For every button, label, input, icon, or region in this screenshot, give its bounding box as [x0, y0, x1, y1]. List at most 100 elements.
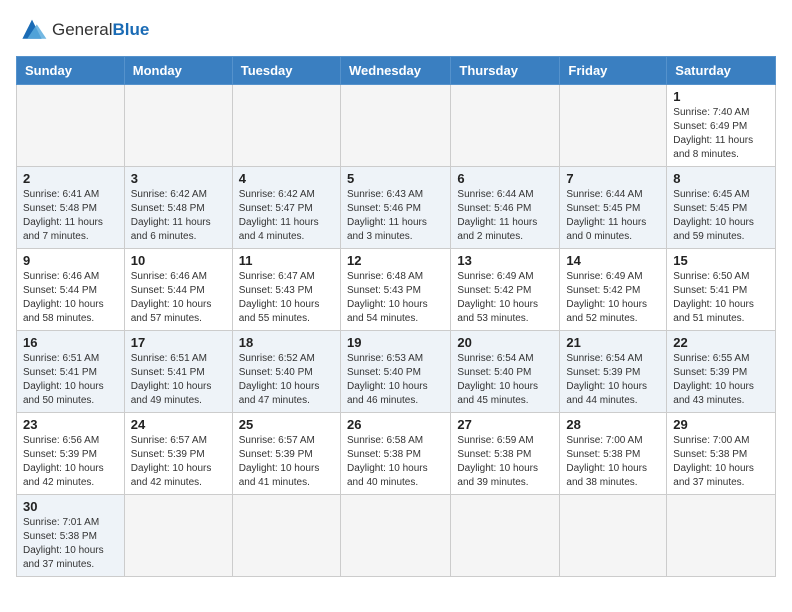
day-info: Sunrise: 6:54 AM Sunset: 5:40 PM Dayligh… — [457, 352, 553, 408]
empty-day-cell — [560, 495, 667, 577]
calendar-day-cell: 30Sunrise: 7:01 AM Sunset: 5:38 PM Dayli… — [17, 495, 125, 577]
day-number: 5 — [347, 171, 444, 186]
empty-day-cell — [124, 85, 232, 167]
calendar-day-cell: 7 Sunrise: 6:44 AM Sunset: 5:45 PM Daylig… — [560, 167, 667, 249]
day-number: 29 — [673, 417, 769, 432]
day-number: 22 — [673, 335, 769, 350]
calendar-day-cell: 4 Sunrise: 6:42 AM Sunset: 5:47 PM Daylig… — [232, 167, 340, 249]
day-info: Sunrise: 6:42 AM Sunset: 5:48 PM Dayligh… — [131, 188, 226, 244]
day-info: Sunrise: 6:47 AM Sunset: 5:43 PM Dayligh… — [239, 270, 334, 326]
day-number: 16 — [23, 335, 118, 350]
calendar-day-cell: 28 Sunrise: 7:00 AM Sunset: 5:38 PM Dayli… — [560, 413, 667, 495]
weekday-header-row: SundayMondayTuesdayWednesdayThursdayFrid… — [17, 57, 776, 85]
day-info: Sunrise: 6:54 AM Sunset: 5:39 PM Dayligh… — [566, 352, 660, 408]
empty-day-cell — [340, 85, 450, 167]
day-number: 2 — [23, 171, 118, 186]
day-number: 26 — [347, 417, 444, 432]
calendar-week-row: 30Sunrise: 7:01 AM Sunset: 5:38 PM Dayli… — [17, 495, 776, 577]
calendar-day-cell: 17 Sunrise: 6:51 AM Sunset: 5:41 PM Dayli… — [124, 331, 232, 413]
day-info: Sunrise: 6:50 AM Sunset: 5:41 PM Dayligh… — [673, 270, 769, 326]
day-info: Sunrise: 6:49 AM Sunset: 5:42 PM Dayligh… — [457, 270, 553, 326]
weekday-header-wednesday: Wednesday — [340, 57, 450, 85]
empty-day-cell — [232, 85, 340, 167]
day-info: Sunrise: 6:45 AM Sunset: 5:45 PM Dayligh… — [673, 188, 769, 244]
day-number: 25 — [239, 417, 334, 432]
calendar-day-cell: 15Sunrise: 6:50 AM Sunset: 5:41 PM Dayli… — [667, 249, 776, 331]
calendar-day-cell: 16 Sunrise: 6:51 AM Sunset: 5:41 PM Dayli… — [17, 331, 125, 413]
day-info: Sunrise: 6:49 AM Sunset: 5:42 PM Dayligh… — [566, 270, 660, 326]
day-info: Sunrise: 6:51 AM Sunset: 5:41 PM Dayligh… — [131, 352, 226, 408]
logo: GeneralBlue — [16, 16, 149, 44]
calendar-day-cell: 2 Sunrise: 6:41 AM Sunset: 5:48 PM Daylig… — [17, 167, 125, 249]
calendar-day-cell: 10Sunrise: 6:46 AM Sunset: 5:44 PM Dayli… — [124, 249, 232, 331]
calendar-day-cell: 5Sunrise: 6:43 AM Sunset: 5:46 PM Daylig… — [340, 167, 450, 249]
calendar-day-cell: 27 Sunrise: 6:59 AM Sunset: 5:38 PM Dayli… — [451, 413, 560, 495]
day-number: 1 — [673, 89, 769, 104]
day-info: Sunrise: 7:00 AM Sunset: 5:38 PM Dayligh… — [673, 434, 769, 490]
weekday-header-friday: Friday — [560, 57, 667, 85]
day-number: 6 — [457, 171, 553, 186]
calendar-table: SundayMondayTuesdayWednesdayThursdayFrid… — [16, 56, 776, 577]
day-number: 17 — [131, 335, 226, 350]
calendar-day-cell: 25 Sunrise: 6:57 AM Sunset: 5:39 PM Dayli… — [232, 413, 340, 495]
calendar-day-cell: 8 Sunrise: 6:45 AM Sunset: 5:45 PM Daylig… — [667, 167, 776, 249]
day-info: Sunrise: 6:51 AM Sunset: 5:41 PM Dayligh… — [23, 352, 118, 408]
day-number: 27 — [457, 417, 553, 432]
day-number: 19 — [347, 335, 444, 350]
day-number: 3 — [131, 171, 226, 186]
day-number: 13 — [457, 253, 553, 268]
day-info: Sunrise: 6:41 AM Sunset: 5:48 PM Dayligh… — [23, 188, 118, 244]
day-number: 8 — [673, 171, 769, 186]
calendar-day-cell: 24Sunrise: 6:57 AM Sunset: 5:39 PM Dayli… — [124, 413, 232, 495]
day-number: 7 — [566, 171, 660, 186]
day-info: Sunrise: 6:46 AM Sunset: 5:44 PM Dayligh… — [23, 270, 118, 326]
calendar-day-cell: 23Sunrise: 6:56 AM Sunset: 5:39 PM Dayli… — [17, 413, 125, 495]
day-number: 12 — [347, 253, 444, 268]
calendar-week-row: 2 Sunrise: 6:41 AM Sunset: 5:48 PM Daylig… — [17, 167, 776, 249]
day-number: 21 — [566, 335, 660, 350]
calendar-day-cell: 26 Sunrise: 6:58 AM Sunset: 5:38 PM Dayli… — [340, 413, 450, 495]
day-number: 4 — [239, 171, 334, 186]
calendar-day-cell: 6 Sunrise: 6:44 AM Sunset: 5:46 PM Daylig… — [451, 167, 560, 249]
day-number: 30 — [23, 499, 118, 514]
day-info: Sunrise: 6:44 AM Sunset: 5:46 PM Dayligh… — [457, 188, 553, 244]
calendar-day-cell: 13 Sunrise: 6:49 AM Sunset: 5:42 PM Dayli… — [451, 249, 560, 331]
logo-text: GeneralBlue — [52, 20, 149, 40]
calendar-day-cell: 11 Sunrise: 6:47 AM Sunset: 5:43 PM Dayli… — [232, 249, 340, 331]
day-info: Sunrise: 6:58 AM Sunset: 5:38 PM Dayligh… — [347, 434, 444, 490]
day-info: Sunrise: 6:52 AM Sunset: 5:40 PM Dayligh… — [239, 352, 334, 408]
weekday-header-sunday: Sunday — [17, 57, 125, 85]
calendar-week-row: 9 Sunrise: 6:46 AM Sunset: 5:44 PM Daylig… — [17, 249, 776, 331]
empty-day-cell — [340, 495, 450, 577]
calendar-week-row: 16 Sunrise: 6:51 AM Sunset: 5:41 PM Dayli… — [17, 331, 776, 413]
day-info: Sunrise: 6:57 AM Sunset: 5:39 PM Dayligh… — [131, 434, 226, 490]
calendar-day-cell: 12Sunrise: 6:48 AM Sunset: 5:43 PM Dayli… — [340, 249, 450, 331]
calendar-day-cell: 21 Sunrise: 6:54 AM Sunset: 5:39 PM Dayli… — [560, 331, 667, 413]
empty-day-cell — [451, 85, 560, 167]
day-number: 9 — [23, 253, 118, 268]
day-info: Sunrise: 6:44 AM Sunset: 5:45 PM Dayligh… — [566, 188, 660, 244]
day-info: Sunrise: 6:53 AM Sunset: 5:40 PM Dayligh… — [347, 352, 444, 408]
day-number: 28 — [566, 417, 660, 432]
weekday-header-saturday: Saturday — [667, 57, 776, 85]
calendar-week-row: 23Sunrise: 6:56 AM Sunset: 5:39 PM Dayli… — [17, 413, 776, 495]
day-info: Sunrise: 7:00 AM Sunset: 5:38 PM Dayligh… — [566, 434, 660, 490]
empty-day-cell — [451, 495, 560, 577]
day-info: Sunrise: 6:57 AM Sunset: 5:39 PM Dayligh… — [239, 434, 334, 490]
calendar-day-cell: 29 Sunrise: 7:00 AM Sunset: 5:38 PM Dayli… — [667, 413, 776, 495]
weekday-header-tuesday: Tuesday — [232, 57, 340, 85]
day-info: Sunrise: 6:59 AM Sunset: 5:38 PM Dayligh… — [457, 434, 553, 490]
weekday-header-monday: Monday — [124, 57, 232, 85]
day-number: 23 — [23, 417, 118, 432]
day-info: Sunrise: 6:42 AM Sunset: 5:47 PM Dayligh… — [239, 188, 334, 244]
empty-day-cell — [124, 495, 232, 577]
calendar-day-cell: 19 Sunrise: 6:53 AM Sunset: 5:40 PM Dayli… — [340, 331, 450, 413]
calendar-day-cell: 14Sunrise: 6:49 AM Sunset: 5:42 PM Dayli… — [560, 249, 667, 331]
calendar-day-cell: 20Sunrise: 6:54 AM Sunset: 5:40 PM Dayli… — [451, 331, 560, 413]
empty-day-cell — [667, 495, 776, 577]
day-info: Sunrise: 6:55 AM Sunset: 5:39 PM Dayligh… — [673, 352, 769, 408]
empty-day-cell — [560, 85, 667, 167]
day-info: Sunrise: 6:46 AM Sunset: 5:44 PM Dayligh… — [131, 270, 226, 326]
logo-icon — [16, 16, 48, 44]
day-number: 11 — [239, 253, 334, 268]
